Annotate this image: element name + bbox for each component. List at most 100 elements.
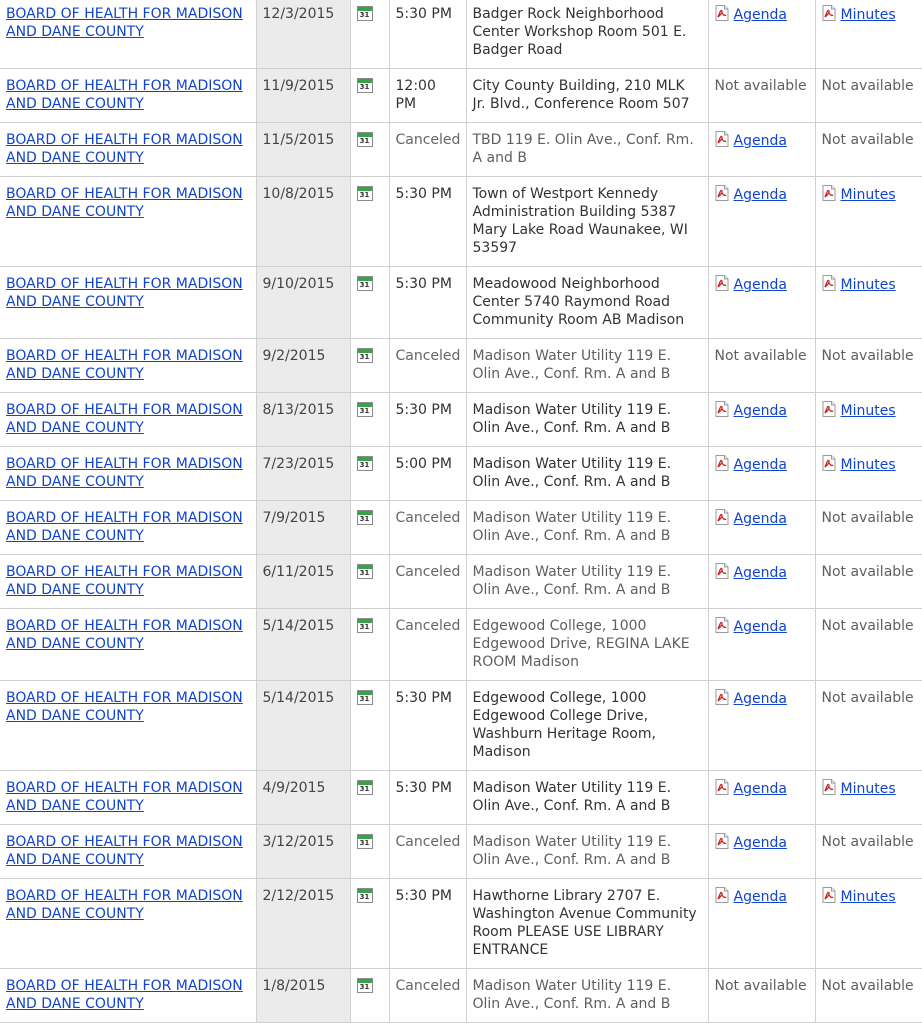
calendar-icon[interactable]: 31 — [356, 348, 373, 363]
agenda-link[interactable]: Agenda — [734, 781, 787, 797]
agenda-link[interactable]: Agenda — [734, 835, 787, 851]
pdf-icon[interactable] — [715, 689, 729, 705]
minutes-link[interactable]: Minutes — [841, 781, 896, 797]
minutes-link[interactable]: Minutes — [841, 7, 896, 23]
agenda-cell: Agenda — [708, 878, 816, 969]
pdf-icon[interactable] — [715, 131, 729, 147]
calendar-cell: 31 — [350, 680, 390, 771]
table-row: BOARD OF HEALTH FOR MADISON AND DANE COU… — [0, 500, 922, 555]
agenda-cell: Agenda — [708, 446, 816, 501]
calendar-cell: 31 — [350, 122, 390, 177]
agenda-link[interactable]: Agenda — [734, 403, 787, 419]
meeting-body-link[interactable]: BOARD OF HEALTH FOR MADISON AND DANE COU… — [6, 348, 243, 382]
pdf-icon[interactable] — [715, 401, 729, 417]
minutes-link[interactable]: Minutes — [841, 457, 896, 473]
meeting-body-link[interactable]: BOARD OF HEALTH FOR MADISON AND DANE COU… — [6, 6, 243, 40]
pdf-icon[interactable] — [715, 617, 729, 633]
meeting-time: 5:30 PM — [389, 266, 467, 339]
pdf-icon[interactable] — [715, 275, 729, 291]
meeting-time: Canceled — [389, 968, 467, 1023]
agenda-link[interactable]: Agenda — [734, 565, 787, 581]
calendar-icon[interactable]: 31 — [356, 132, 373, 147]
agenda-link[interactable]: Agenda — [734, 277, 787, 293]
table-row: BOARD OF HEALTH FOR MADISON AND DANE COU… — [0, 446, 922, 501]
calendar-icon[interactable]: 31 — [356, 564, 373, 579]
agenda-link[interactable]: Agenda — [734, 457, 787, 473]
meeting-location: Edgewood College, 1000 Edgewood College … — [466, 680, 709, 771]
pdf-icon[interactable] — [822, 455, 836, 471]
minutes-not-available: Not available — [821, 834, 914, 850]
meeting-body-link[interactable]: BOARD OF HEALTH FOR MADISON AND DANE COU… — [6, 618, 243, 652]
meeting-time: Canceled — [389, 554, 467, 609]
meeting-date: 10/8/2015 — [256, 176, 351, 267]
meeting-body-link[interactable]: BOARD OF HEALTH FOR MADISON AND DANE COU… — [6, 132, 243, 166]
pdf-icon[interactable] — [715, 185, 729, 201]
meeting-location: Meadowood Neighborhood Center 5740 Raymo… — [466, 266, 709, 339]
pdf-icon[interactable] — [822, 185, 836, 201]
meeting-time: 5:30 PM — [389, 176, 467, 267]
minutes-link[interactable]: Minutes — [841, 889, 896, 905]
meeting-location: Madison Water Utility 119 E. Olin Ave., … — [466, 338, 709, 393]
pdf-icon[interactable] — [715, 779, 729, 795]
agenda-link[interactable]: Agenda — [734, 889, 787, 905]
minutes-link[interactable]: Minutes — [841, 403, 896, 419]
meeting-body-link[interactable]: BOARD OF HEALTH FOR MADISON AND DANE COU… — [6, 834, 243, 868]
table-row: BOARD OF HEALTH FOR MADISON AND DANE COU… — [0, 266, 922, 339]
meeting-body-link[interactable]: BOARD OF HEALTH FOR MADISON AND DANE COU… — [6, 564, 243, 598]
pdf-icon[interactable] — [715, 887, 729, 903]
meeting-body-link[interactable]: BOARD OF HEALTH FOR MADISON AND DANE COU… — [6, 888, 243, 922]
pdf-icon[interactable] — [715, 563, 729, 579]
calendar-icon[interactable]: 31 — [356, 510, 373, 525]
meeting-body-cell: BOARD OF HEALTH FOR MADISON AND DANE COU… — [0, 0, 257, 69]
agenda-link[interactable]: Agenda — [734, 7, 787, 23]
meeting-body-link[interactable]: BOARD OF HEALTH FOR MADISON AND DANE COU… — [6, 186, 243, 220]
meeting-body-link[interactable]: BOARD OF HEALTH FOR MADISON AND DANE COU… — [6, 978, 243, 1012]
agenda-link[interactable]: Agenda — [734, 187, 787, 203]
meeting-body-cell: BOARD OF HEALTH FOR MADISON AND DANE COU… — [0, 608, 257, 681]
table-row: BOARD OF HEALTH FOR MADISON AND DANE COU… — [0, 0, 922, 69]
agenda-link[interactable]: Agenda — [734, 133, 787, 149]
pdf-icon[interactable] — [715, 455, 729, 471]
minutes-not-available: Not available — [821, 348, 914, 364]
calendar-cell: 31 — [350, 878, 390, 969]
meeting-body-link[interactable]: BOARD OF HEALTH FOR MADISON AND DANE COU… — [6, 690, 243, 724]
calendar-icon[interactable]: 31 — [356, 888, 373, 903]
minutes-link[interactable]: Minutes — [841, 187, 896, 203]
calendar-icon[interactable]: 31 — [356, 78, 373, 93]
calendar-icon[interactable]: 31 — [356, 780, 373, 795]
pdf-icon[interactable] — [822, 275, 836, 291]
meeting-body-cell: BOARD OF HEALTH FOR MADISON AND DANE COU… — [0, 680, 257, 771]
agenda-link[interactable]: Agenda — [734, 619, 787, 635]
calendar-icon[interactable]: 31 — [356, 402, 373, 417]
minutes-link[interactable]: Minutes — [841, 277, 896, 293]
calendar-icon[interactable]: 31 — [356, 690, 373, 705]
calendar-icon[interactable]: 31 — [356, 186, 373, 201]
meeting-location: TBD 119 E. Olin Ave., Conf. Rm. A and B — [466, 122, 709, 177]
minutes-cell: Not available — [815, 122, 922, 177]
meeting-body-link[interactable]: BOARD OF HEALTH FOR MADISON AND DANE COU… — [6, 456, 243, 490]
meeting-time: Canceled — [389, 608, 467, 681]
pdf-icon[interactable] — [715, 5, 729, 21]
calendar-icon[interactable]: 31 — [356, 834, 373, 849]
meeting-body-cell: BOARD OF HEALTH FOR MADISON AND DANE COU… — [0, 878, 257, 969]
pdf-icon[interactable] — [715, 833, 729, 849]
calendar-icon[interactable]: 31 — [356, 6, 373, 21]
table-row: BOARD OF HEALTH FOR MADISON AND DANE COU… — [0, 338, 922, 393]
meeting-body-cell: BOARD OF HEALTH FOR MADISON AND DANE COU… — [0, 68, 257, 123]
meeting-body-link[interactable]: BOARD OF HEALTH FOR MADISON AND DANE COU… — [6, 780, 243, 814]
pdf-icon[interactable] — [715, 509, 729, 525]
pdf-icon[interactable] — [822, 779, 836, 795]
agenda-link[interactable]: Agenda — [734, 691, 787, 707]
calendar-icon[interactable]: 31 — [356, 456, 373, 471]
meeting-body-link[interactable]: BOARD OF HEALTH FOR MADISON AND DANE COU… — [6, 78, 243, 112]
meeting-body-link[interactable]: BOARD OF HEALTH FOR MADISON AND DANE COU… — [6, 402, 243, 436]
meeting-body-link[interactable]: BOARD OF HEALTH FOR MADISON AND DANE COU… — [6, 276, 243, 310]
calendar-icon[interactable]: 31 — [356, 978, 373, 993]
pdf-icon[interactable] — [822, 401, 836, 417]
calendar-icon[interactable]: 31 — [356, 618, 373, 633]
pdf-icon[interactable] — [822, 887, 836, 903]
agenda-link[interactable]: Agenda — [734, 511, 787, 527]
calendar-icon[interactable]: 31 — [356, 276, 373, 291]
meeting-body-link[interactable]: BOARD OF HEALTH FOR MADISON AND DANE COU… — [6, 510, 243, 544]
pdf-icon[interactable] — [822, 5, 836, 21]
